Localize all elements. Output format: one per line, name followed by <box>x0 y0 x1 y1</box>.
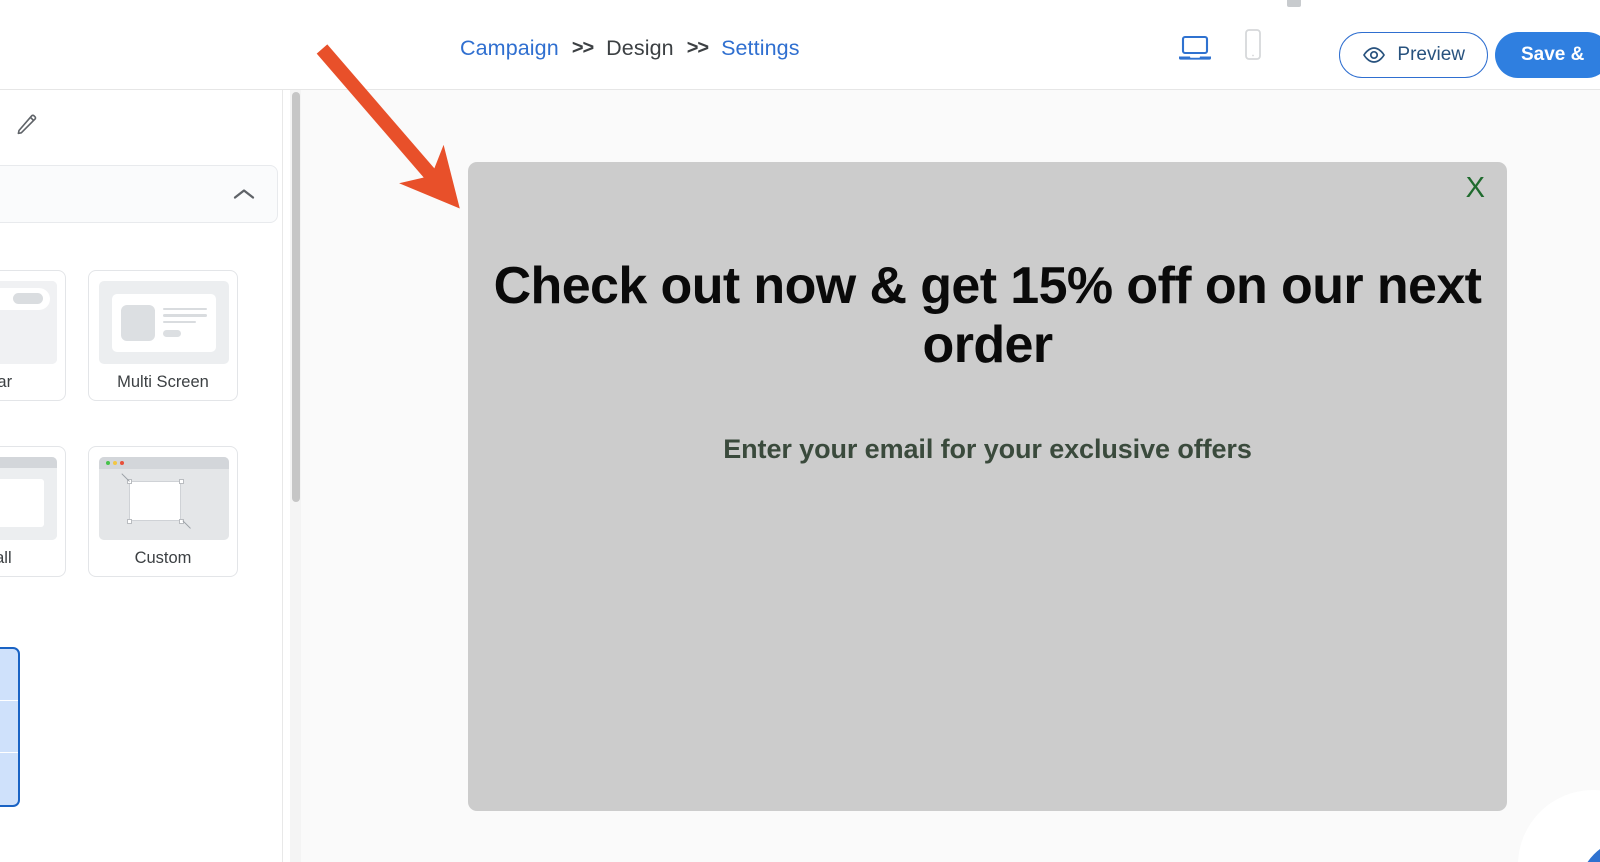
template-row: nobar <box>0 270 282 401</box>
design-sidebar: n <box>0 90 283 862</box>
campaign-name: n <box>0 113 1 136</box>
laptop-icon[interactable] <box>1178 28 1212 62</box>
template-label: nobar <box>0 373 13 391</box>
campaign-name-row: n <box>0 112 39 136</box>
small-thumbnail <box>0 457 57 540</box>
breadcrumb-item-settings[interactable]: Settings <box>721 36 800 61</box>
template-row: Small <box>0 446 282 577</box>
save-button-label: Save & <box>1521 44 1585 65</box>
campaign-design-editor: Campaign >> Design >> Settings Preview S… <box>0 0 1600 862</box>
close-icon[interactable]: X <box>1466 174 1485 203</box>
custom-thumbnail <box>99 457 229 540</box>
mobile-icon[interactable] <box>1236 28 1270 62</box>
preview-button[interactable]: Preview <box>1339 32 1488 78</box>
sidebar-scrollbar-thumb[interactable] <box>292 92 300 502</box>
popup-headline[interactable]: Check out now & get 15% off on our next … <box>468 257 1507 375</box>
breadcrumb: Campaign >> Design >> Settings <box>460 36 800 61</box>
chevron-up-icon[interactable] <box>231 186 257 202</box>
multi-screen-thumbnail <box>99 281 229 364</box>
template-grid: nobar <box>0 270 282 622</box>
layout-section-header[interactable] <box>0 165 278 223</box>
popup-subtitle[interactable]: Enter your email for your exclusive offe… <box>468 434 1507 465</box>
breadcrumb-separator: >> <box>686 37 709 59</box>
template-label: Multi Screen <box>117 373 209 391</box>
template-card-custom[interactable]: Custom <box>88 446 238 577</box>
popup-preview[interactable]: X Check out now & get 15% off on our nex… <box>468 162 1507 811</box>
breadcrumb-item-campaign[interactable]: Campaign <box>460 36 559 61</box>
selected-layout-option[interactable] <box>0 647 20 807</box>
eye-icon <box>1362 47 1386 63</box>
breadcrumb-separator: >> <box>571 37 594 59</box>
device-toggle-group <box>1178 28 1270 62</box>
template-label: Small <box>0 549 12 567</box>
preview-button-label: Preview <box>1397 44 1465 65</box>
template-card-small[interactable]: Small <box>0 446 66 577</box>
template-label: Custom <box>134 549 192 567</box>
design-canvas: X Check out now & get 15% off on our nex… <box>301 90 1600 862</box>
nanobar-thumbnail <box>0 281 57 364</box>
save-button[interactable]: Save & <box>1495 32 1600 78</box>
breadcrumb-item-design[interactable]: Design <box>606 36 674 61</box>
template-card-nanobar[interactable]: nobar <box>0 270 66 401</box>
pencil-icon[interactable] <box>15 112 39 136</box>
template-card-multi-screen[interactable]: Multi Screen <box>88 270 238 401</box>
top-bar: Campaign >> Design >> Settings Preview S… <box>0 0 1600 90</box>
top-edge-sliver <box>1287 0 1301 7</box>
